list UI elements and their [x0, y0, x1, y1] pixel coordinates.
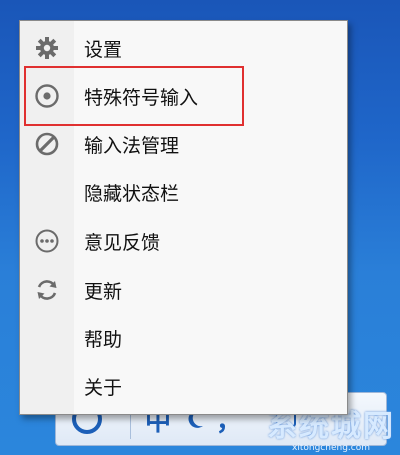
ellipsis-circle-icon — [20, 217, 74, 265]
gear-icon — [20, 24, 74, 72]
empty-icon-slot — [20, 362, 74, 410]
menu-item-label: 帮助 — [84, 328, 123, 351]
menu-item-ime-management[interactable]: 输入法管理 — [20, 120, 347, 168]
empty-icon-slot — [20, 168, 74, 216]
menu-item-update[interactable]: 更新 — [20, 266, 347, 314]
menu-item-label: 更新 — [84, 280, 123, 303]
refresh-icon — [20, 266, 74, 314]
menu-item-settings[interactable]: 设置 — [20, 24, 347, 72]
menu-item-label: 隐藏状态栏 — [84, 182, 180, 205]
target-icon — [20, 72, 74, 120]
slash-circle-icon — [20, 120, 74, 168]
empty-icon-slot — [20, 314, 74, 362]
menu-item-help[interactable]: 帮助 — [20, 314, 347, 362]
menu-item-label: 意见反馈 — [84, 231, 161, 254]
menu-item-about[interactable]: 关于 — [20, 362, 347, 410]
menu-item-hide-statusbar[interactable]: 隐藏状态栏 — [20, 168, 347, 216]
menu-item-label: 特殊符号输入 — [84, 86, 199, 109]
menu-item-special-symbols[interactable]: 特殊符号输入 — [20, 72, 347, 120]
menu-item-label: 输入法管理 — [84, 134, 180, 157]
menu-item-label: 关于 — [84, 376, 123, 399]
menu-item-feedback[interactable]: 意见反馈 — [20, 217, 347, 265]
menu-item-label: 设置 — [84, 38, 123, 61]
ime-context-menu: 设置 特殊符号输入 输入法管理 隐藏状态栏 意见反馈 更新 帮助 关于 — [19, 20, 348, 415]
watermark-url: xitongcheng.com — [292, 442, 370, 453]
